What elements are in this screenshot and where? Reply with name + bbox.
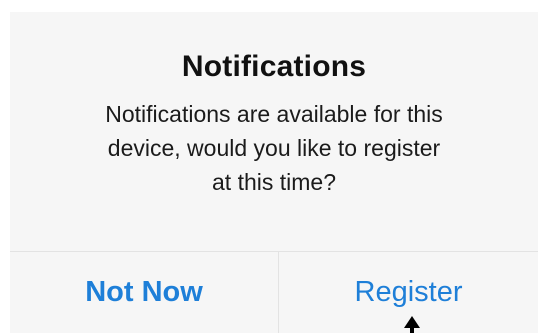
dialog-message: Notifications are available for this dev… [30, 97, 518, 199]
dialog-message-line: device, would you like to register [107, 135, 441, 161]
dialog-message-line: Notifications are available for this [105, 101, 443, 127]
mouse-pointer-icon [404, 316, 420, 333]
not-now-button[interactable]: Not Now [10, 252, 278, 333]
dialog-title: Notifications [181, 50, 367, 83]
notification-alert-dialog: Notifications Notifications are availabl… [10, 12, 538, 333]
dialog-message-line: at this time? [212, 169, 336, 195]
